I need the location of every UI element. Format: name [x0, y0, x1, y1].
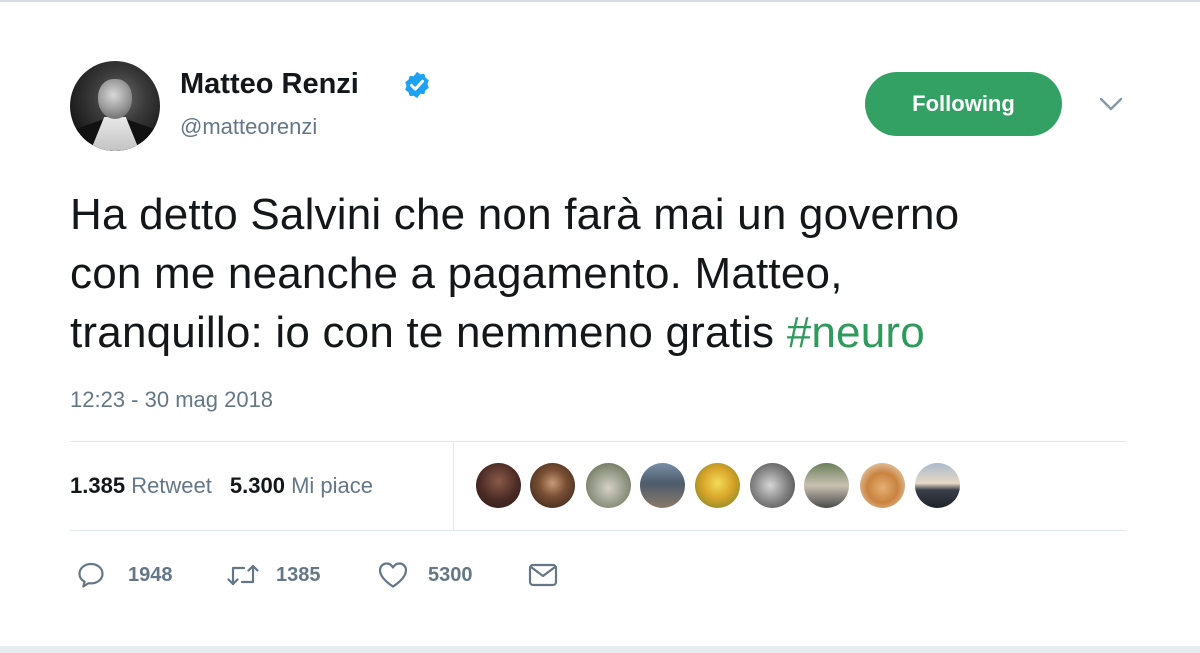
retweet-button[interactable]: 1385: [226, 560, 321, 590]
user-name[interactable]: Matteo Renzi: [180, 68, 359, 101]
following-button[interactable]: Following: [865, 72, 1062, 136]
retweet-label: Retweet: [131, 473, 212, 498]
tweet-timestamp[interactable]: 12:23 - 30 mag 2018: [70, 387, 273, 413]
like-action-count: 5300: [428, 563, 473, 586]
liker-avatar[interactable]: [530, 463, 575, 508]
tweet-text: Ha detto Salvini che non farà mai un gov…: [70, 185, 1170, 362]
liker-avatar[interactable]: [586, 463, 631, 508]
liker-avatar[interactable]: [804, 463, 849, 508]
like-button[interactable]: 5300: [377, 560, 473, 590]
liker-avatar[interactable]: [750, 463, 795, 508]
reply-button[interactable]: 1948: [76, 560, 173, 590]
tweet-card: Matteo Renzi @matteorenzi Following Ha d…: [0, 0, 1200, 653]
divider: [70, 530, 1126, 531]
bottom-border: [0, 646, 1200, 653]
tweet-stats: 1.385 Retweet 5.300 Mi piace: [70, 473, 373, 499]
like-stat[interactable]: 5.300 Mi piace: [230, 473, 373, 498]
liker-avatar[interactable]: [476, 463, 521, 508]
liker-avatar[interactable]: [695, 463, 740, 508]
top-border: [0, 0, 1200, 2]
like-count: 5.300: [229, 473, 285, 498]
tweet-text-segment: tranquillo: io con te nemmeno gratis: [70, 308, 775, 357]
retweet-count: 1.385: [70, 473, 126, 498]
tweet-text-line: Ha detto Salvini che non farà mai un gov…: [70, 190, 960, 239]
heart-icon: [378, 562, 408, 588]
liker-avatar[interactable]: [915, 463, 960, 508]
avatar[interactable]: [70, 61, 160, 151]
retweet-stat[interactable]: 1.385 Retweet: [70, 473, 212, 498]
hashtag-link[interactable]: #neuro: [787, 308, 925, 357]
tweet-text-line: con me neanche a pagamento. Matteo,: [70, 249, 843, 298]
like-label: Mi piace: [291, 473, 374, 498]
reply-count: 1948: [128, 563, 173, 586]
stats-divider: [453, 442, 454, 530]
direct-message-button[interactable]: [527, 560, 559, 590]
liker-avatar[interactable]: [860, 463, 905, 508]
retweet-action-count: 1385: [276, 563, 321, 586]
tweet-text-line: tranquillo: io con te nemmeno gratis #ne…: [70, 303, 1170, 362]
avatar-face: [98, 79, 132, 119]
liker-avatar[interactable]: [640, 463, 685, 508]
reply-icon: [78, 562, 104, 588]
verified-badge-icon: [405, 71, 429, 99]
retweet-icon: [227, 564, 259, 586]
envelope-icon: [528, 563, 558, 587]
user-handle[interactable]: @matteorenzi: [180, 114, 317, 140]
chevron-down-icon[interactable]: [1098, 95, 1124, 113]
divider: [70, 441, 1126, 442]
